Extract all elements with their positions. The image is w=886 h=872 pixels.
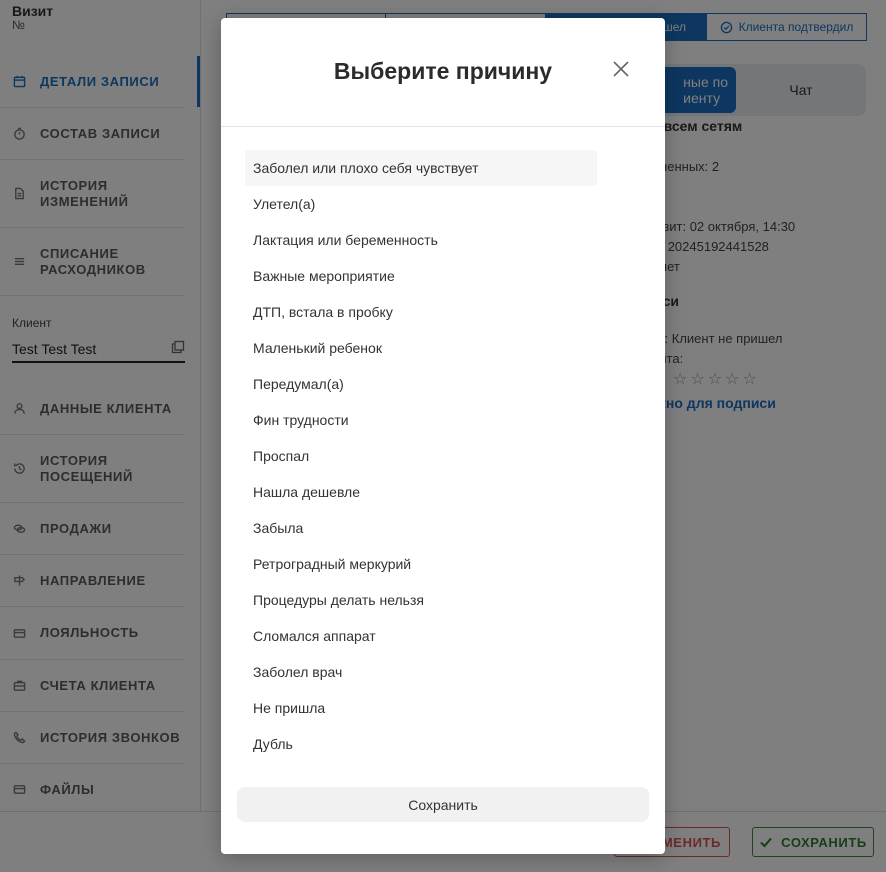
reason-option[interactable]: Сломался аппарат bbox=[245, 618, 597, 654]
reason-option[interactable]: Лактация или беременность bbox=[245, 222, 597, 258]
dialog-title: Выберите причину bbox=[333, 58, 553, 84]
reason-option[interactable]: Важные мероприятие bbox=[245, 258, 597, 294]
reason-option[interactable]: Маленький ребенок bbox=[245, 330, 597, 366]
reason-option[interactable]: Проспал bbox=[245, 438, 597, 474]
reason-option[interactable]: Нашла дешевле bbox=[245, 474, 597, 510]
reason-list: Заболел или плохо себя чувствует Улетел(… bbox=[245, 150, 597, 762]
dialog-save-button[interactable]: Сохранить bbox=[237, 787, 649, 822]
reason-option[interactable]: ДТП, встала в пробку bbox=[245, 294, 597, 330]
reason-option[interactable]: Не пришла bbox=[245, 690, 597, 726]
close-icon[interactable] bbox=[612, 60, 634, 82]
reason-option[interactable]: Улетел(а) bbox=[245, 186, 597, 222]
reason-dialog: Выберите причину Заболел или плохо себя … bbox=[221, 18, 665, 854]
reason-option[interactable]: Заболел или плохо себя чувствует bbox=[245, 150, 597, 186]
reason-option[interactable]: Заболел врач bbox=[245, 654, 597, 690]
reason-option[interactable]: Фин трудности bbox=[245, 402, 597, 438]
reason-option[interactable]: Передумал(а) bbox=[245, 366, 597, 402]
dialog-header: Выберите причину bbox=[221, 18, 665, 127]
reason-option[interactable]: Забыла bbox=[245, 510, 597, 546]
reason-option[interactable]: Процедуры делать нельзя bbox=[245, 582, 597, 618]
reason-option[interactable]: Дубль bbox=[245, 726, 597, 762]
reason-option[interactable]: Ретроградный меркурий bbox=[245, 546, 597, 582]
